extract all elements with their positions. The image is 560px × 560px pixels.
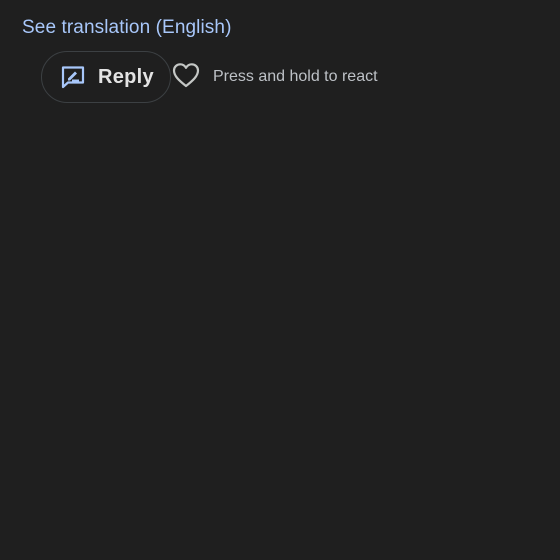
reply-button-label: Reply xyxy=(98,65,154,88)
reply-bubble-icon xyxy=(60,65,86,89)
clipped-message-text xyxy=(140,0,280,2)
message-actions: Reply Press and hold to react xyxy=(41,51,378,103)
react-hint-text: Press and hold to react xyxy=(213,68,378,85)
react-heart-button[interactable] xyxy=(171,62,201,92)
reply-button[interactable]: Reply xyxy=(41,51,171,103)
heart-outline-icon xyxy=(171,61,201,94)
see-translation-link[interactable]: See translation (English) xyxy=(22,17,232,39)
clipped-text-descenders xyxy=(140,0,280,2)
